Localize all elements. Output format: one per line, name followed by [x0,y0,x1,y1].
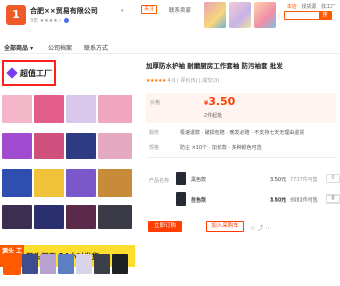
chevron-down-icon[interactable]: ▾ [121,8,124,14]
product-gallery: 超值工厂 源头 工厂 源头厂家 24小时发货 [0,57,135,286]
diamond-icon [6,67,18,79]
product-swatch [2,205,32,229]
search-button[interactable]: 搜 [319,12,331,19]
shop-header: 1 合肥××贸易有限公司 3年 ★★★★☆ ▾ 关注 联系卖家 本店 找货源 找… [0,0,340,34]
product-swatch [2,95,32,123]
price-value: 3.50 [208,95,236,108]
nav-contact[interactable]: 联系方式 [84,43,108,52]
product-swatch [34,205,64,229]
product-swatch [66,133,96,159]
follow-button[interactable]: 关注 [141,5,158,14]
product-swatch [2,169,32,197]
product-title: 加厚防水护袖 耐磨厨房工作套袖 防污袖套 批发 [146,62,283,70]
variant-price: 3.50元 [270,197,287,203]
factory-badge-label: 超值工厂 [20,69,52,78]
share-favorite-icons[interactable]: ☆ ⤴ ⋯ [250,223,271,232]
variant-name: 灰色款 [191,197,207,203]
product-swatch [66,95,96,123]
buy-now-button[interactable]: 立即订购 [148,221,182,232]
min-order: 2件起批 [204,113,223,119]
shop-logo[interactable]: 1 [6,5,26,25]
variant-row: 灰色款 3.50元 4081件可售 0 [176,190,340,210]
service-text: 极速退款 · 破损包赔 · 晚发必赔 · 不支持七天无理由退货 [180,130,305,136]
variant-name: 黑色款 [191,177,207,183]
promo-thumb[interactable] [254,2,276,28]
promo-thumbnails [204,2,276,28]
verified-icon [63,18,69,23]
search-scope-shop[interactable]: 本店 [287,4,297,10]
shop-meta-text: 3年 ★★★★☆ [30,18,63,24]
promo-thumb[interactable] [204,2,226,28]
rating-stars: ★★★★★ [146,78,166,84]
gallery-thumb[interactable] [112,254,128,274]
shop-meta: 3年 ★★★★☆ [30,17,69,24]
product-swatch [34,133,64,159]
product-swatch [98,205,132,229]
header-links: 本店 找货源 找工厂 [287,3,336,10]
gallery-thumb[interactable] [94,254,110,274]
gallery-thumb[interactable] [40,254,56,274]
product-swatch [66,169,96,197]
thumbnail-strip [0,253,135,275]
gallery-thumb[interactable] [58,254,74,274]
variant-row: 黑色款 3.50元 7737件可售 0 [176,170,340,190]
variant-stock: 4081件可售 [290,197,318,203]
contact-seller-link[interactable]: 联系卖家 [169,6,191,14]
search-input[interactable]: 搜 [284,11,332,20]
product-swatch [98,95,132,123]
price: ¥3.50 [204,95,235,108]
price-box: 价格 ¥3.50 2件起批 [146,93,336,123]
gallery-thumb[interactable] [22,254,38,274]
quantity-stepper[interactable]: 0 [326,174,340,183]
product-swatch [98,133,132,159]
divider [146,157,336,158]
product-swatch [34,169,64,197]
spec-text[interactable]: 防尘 ×10个 · 加长款 · 多种颜色可选 [180,144,262,151]
product-swatch [2,133,32,159]
rating-text[interactable]: 4.0 | 评价(5) | 成交(3) [168,78,220,84]
product-swatch [98,169,132,197]
nav-all-products[interactable]: 全部商品 ▾ [4,43,33,52]
price-label: 价格 [150,100,161,106]
gallery-thumb[interactable] [76,254,92,274]
variant-price: 3.50元 [270,177,287,183]
spec-label: 规格 [149,145,160,151]
rating-row: ★★★★★ 4.0 | 评价(5) | 成交(3) [146,77,219,84]
variant-stock: 7737件可售 [290,177,318,183]
main-product-image[interactable]: 源头 工厂 源头厂家 24小时发货 [0,87,135,267]
product-swatch [66,205,96,229]
shop-nav: 全部商品 ▾ 公司档案 联系方式 [0,40,340,54]
product-swatch [34,95,64,123]
gallery-thumb[interactable] [3,253,21,275]
search-scope-goods[interactable]: 找货源 [301,4,316,10]
factory-badge[interactable]: 超值工厂 [2,60,56,86]
promo-thumb[interactable] [229,2,251,28]
variant-header: 产品名称 [149,178,170,184]
variant-image[interactable] [176,192,186,205]
search-scope-factory[interactable]: 找工厂 [321,4,336,10]
quantity-stepper[interactable]: 0 [326,194,340,203]
nav-company-profile[interactable]: 公司档案 [48,43,72,52]
service-label: 服务 [149,130,160,136]
product-detail: 加厚防水护袖 耐磨厨房工作套袖 防污袖套 批发 ★★★★★ 4.0 | 评价(5… [140,57,340,286]
variant-image[interactable] [176,172,186,185]
add-to-cart-button[interactable]: 加入采购车 [206,221,244,232]
shop-name[interactable]: 合肥××贸易有限公司 [30,6,98,16]
